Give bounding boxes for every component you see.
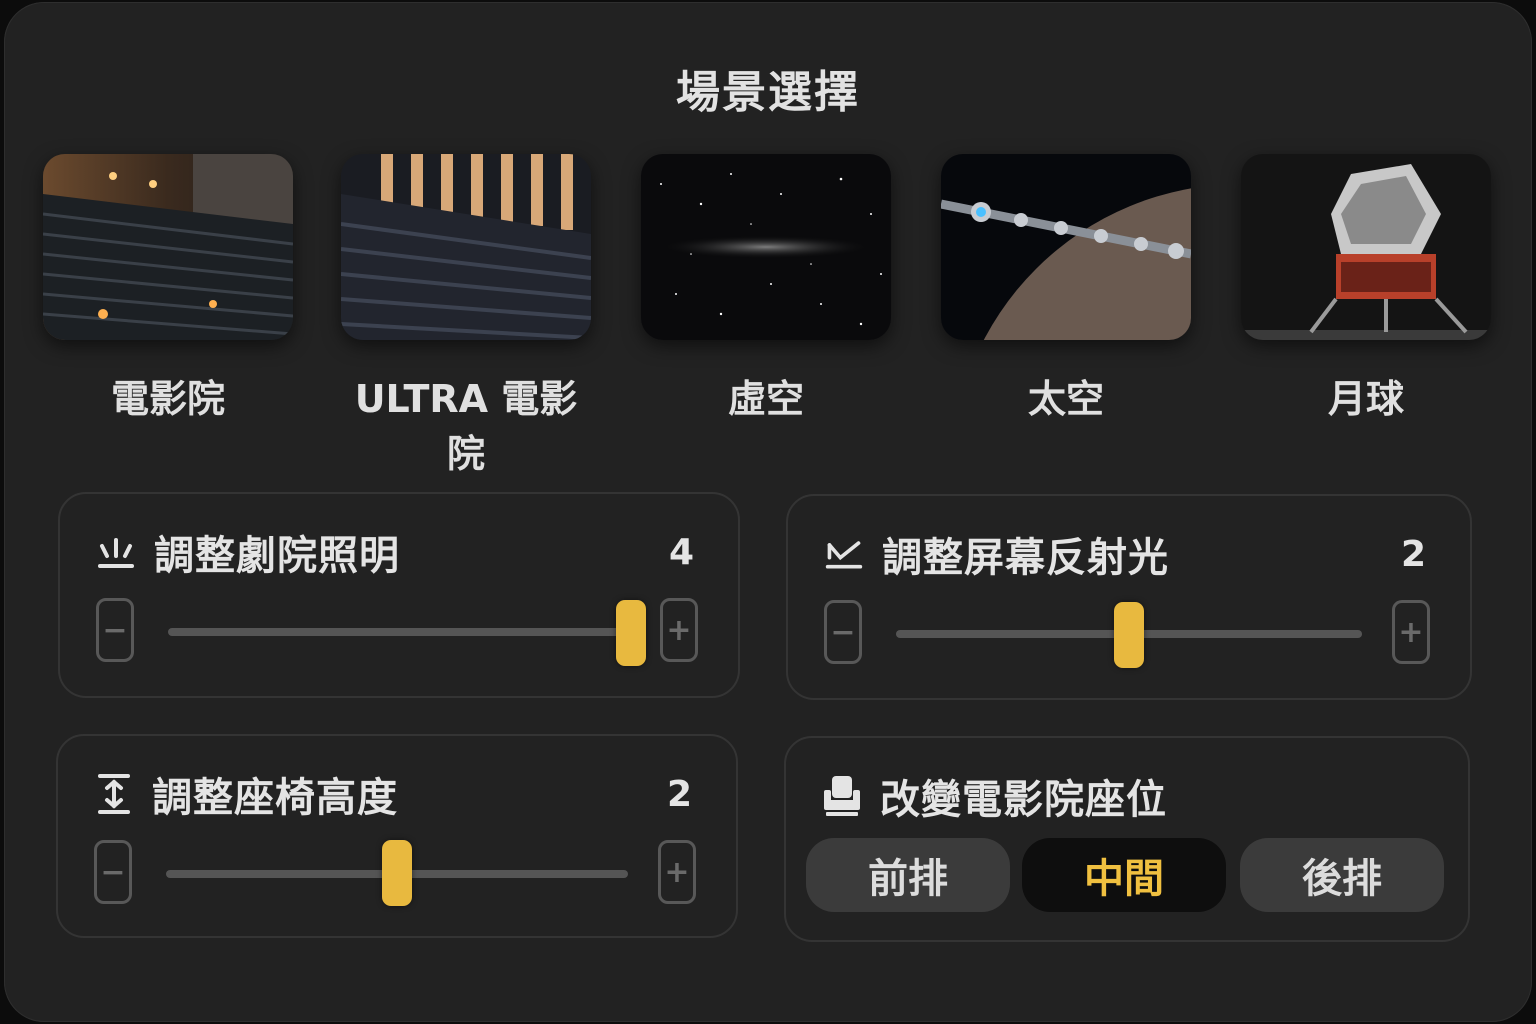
scene-option-moon[interactable]: 月球 [1240, 154, 1492, 423]
reflection-increase-button[interactable]: + [1392, 600, 1430, 664]
scene-label: 太空 [1027, 377, 1104, 421]
reflection-label: 調整屏幕反射光 [882, 535, 1169, 581]
reflection-control-card: 調整屏幕反射光 2 − + [786, 494, 1472, 700]
screen-reflection-icon [824, 534, 864, 574]
reflection-decrease-button[interactable]: − [824, 600, 862, 664]
reflection-slider-thumb[interactable] [1114, 602, 1144, 668]
lighting-value: 4 [668, 531, 694, 573]
lamp-rays-icon [96, 532, 136, 572]
scene-label: 電影院 [110, 377, 225, 421]
scene-label: ULTRA 電影院 [354, 377, 578, 476]
scene-option-ultra-cinema[interactable]: ULTRA 電影院 [340, 154, 592, 478]
lighting-slider-thumb[interactable] [616, 600, 646, 666]
seat-height-control-card: 調整座椅高度 2 − + [56, 734, 738, 938]
ultra-cinema-thumbnail [341, 154, 591, 340]
seat-option-front-button[interactable]: 前排 [806, 838, 1010, 912]
moon-thumbnail [1241, 154, 1491, 340]
scene-option-cinema[interactable]: 電影院 [42, 154, 294, 423]
reflection-control-header: 調整屏幕反射光 2 [824, 526, 1426, 582]
lighting-decrease-button[interactable]: − [96, 598, 134, 662]
lighting-label: 調整劇院照明 [154, 533, 400, 579]
seat-height-increase-button[interactable]: + [658, 840, 696, 904]
cinema-thumbnail [43, 154, 293, 340]
seat-height-label: 調整座椅高度 [152, 775, 398, 821]
seat-height-decrease-button[interactable]: − [94, 840, 132, 904]
scene-option-void[interactable]: 虛空 [640, 154, 892, 423]
space-thumbnail [941, 154, 1191, 340]
lighting-slider-track[interactable] [168, 628, 638, 636]
seat-height-slider-thumb[interactable] [382, 840, 412, 906]
lighting-control-header: 調整劇院照明 4 [96, 524, 694, 580]
scene-label: 虛空 [727, 377, 804, 421]
seat-position-label: 改變電影院座位 [880, 777, 1167, 823]
void-thumbnail [641, 154, 891, 340]
scene-label: 月球 [1327, 377, 1404, 421]
seat-height-control-header: 調整座椅高度 2 [94, 766, 692, 822]
seat-icon [822, 776, 862, 816]
reflection-value: 2 [1400, 533, 1426, 575]
scene-option-space[interactable]: 太空 [940, 154, 1192, 423]
height-arrows-icon [94, 774, 134, 814]
seat-option-middle-button[interactable]: 中間 [1022, 838, 1226, 912]
lighting-increase-button[interactable]: + [660, 598, 698, 662]
panel-title: 場景選擇 [676, 67, 860, 118]
seat-position-header: 改變電影院座位 [822, 768, 1424, 824]
lighting-control-card: 調整劇院照明 4 − + [58, 492, 740, 698]
seat-option-back-button[interactable]: 後排 [1240, 838, 1444, 912]
seat-height-value: 2 [666, 773, 692, 815]
